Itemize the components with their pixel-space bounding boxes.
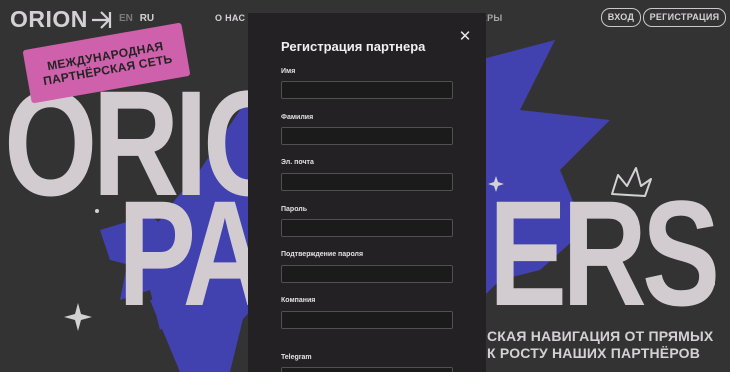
last-name-input[interactable] bbox=[281, 127, 453, 145]
first-name-label: Имя bbox=[281, 68, 296, 75]
company-input[interactable] bbox=[281, 311, 453, 329]
modal-title: Регистрация партнера bbox=[281, 39, 426, 54]
telegram-label: Telegram bbox=[281, 354, 312, 361]
last-name-label: Фамилия bbox=[281, 114, 314, 121]
telegram-input[interactable] bbox=[281, 367, 453, 372]
close-icon[interactable]: ✕ bbox=[458, 29, 472, 44]
first-name-input[interactable] bbox=[281, 81, 453, 99]
email-label: Эл. почта bbox=[281, 159, 314, 166]
partner-registration-modal: Регистрация партнера ✕ Имя Фамилия Эл. п… bbox=[248, 13, 486, 372]
email-input[interactable] bbox=[281, 173, 453, 191]
password-input[interactable] bbox=[281, 219, 453, 237]
password-label: Пароль bbox=[281, 206, 308, 213]
company-label: Компания bbox=[281, 297, 316, 304]
confirm-password-label: Подтверждение пароля bbox=[281, 251, 364, 258]
confirm-password-input[interactable] bbox=[281, 265, 453, 283]
